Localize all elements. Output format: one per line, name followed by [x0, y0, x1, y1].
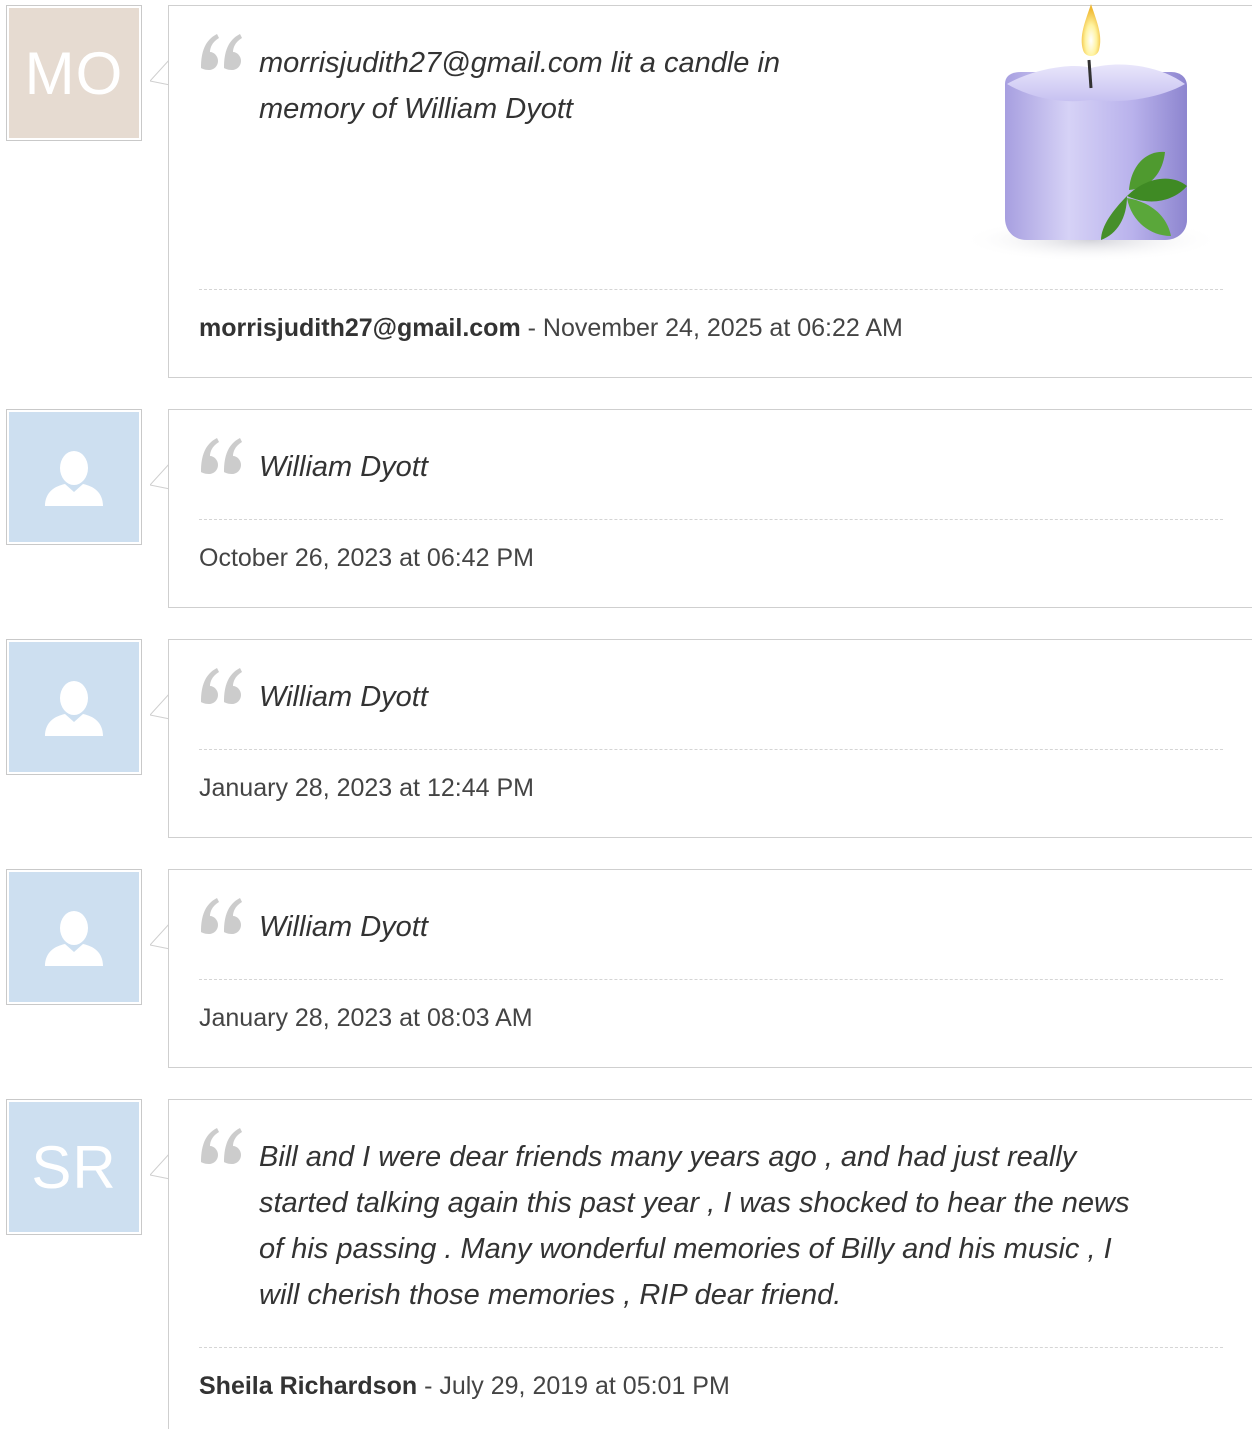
tribute-message: William Dyott	[259, 674, 428, 720]
tribute-card: morrisjudith27@gmail.com lit a candle in…	[168, 4, 1252, 378]
quote-icon	[201, 1128, 242, 1164]
tribute-message: William Dyott	[259, 444, 428, 490]
tribute-date: January 28, 2023 at 12:44 PM	[199, 774, 534, 802]
author-name: morrisjudith27@gmail.com	[199, 314, 521, 342]
message-line: William Dyott	[259, 451, 428, 483]
message-line: Bill and I were dear friends many years …	[259, 1141, 1077, 1173]
tribute-meta: Sheila Richardson - July 29, 2019 at 05:…	[199, 1372, 730, 1401]
tribute-card: William Dyott January 28, 2023 at 08:03 …	[168, 869, 1252, 1068]
tribute-meta: morrisjudith27@gmail.com - November 24, …	[199, 314, 903, 343]
meta-separator: -	[417, 1372, 440, 1400]
message-line: of his passing . Many wonderful memories…	[259, 1233, 1112, 1265]
meta-separator: -	[520, 314, 543, 342]
avatar-initials: SR	[31, 1133, 117, 1201]
tribute-date: July 29, 2019 at 05:01 PM	[439, 1372, 730, 1400]
candle-image	[961, 4, 1221, 262]
divider	[199, 749, 1223, 750]
avatar-initials: MO	[24, 39, 124, 107]
avatar: SR	[6, 1099, 142, 1235]
quote-icon	[201, 438, 242, 474]
divider	[199, 289, 1223, 290]
tribute-message: William Dyott	[259, 904, 428, 950]
tribute-date: January 28, 2023 at 08:03 AM	[199, 1004, 533, 1032]
divider	[199, 519, 1223, 520]
tribute-date: October 26, 2023 at 06:42 PM	[199, 544, 534, 572]
quote-icon	[201, 898, 242, 934]
tribute-date: November 24, 2025 at 06:22 AM	[542, 314, 903, 342]
tribute-meta: January 28, 2023 at 08:03 AM	[199, 1004, 533, 1033]
tribute-message: morrisjudith27@gmail.com lit a candle in…	[259, 40, 780, 132]
tribute-meta: January 28, 2023 at 12:44 PM	[199, 774, 534, 803]
message-line: will cherish those memories , RIP dear f…	[259, 1279, 842, 1311]
tribute-entry: William Dyott January 28, 2023 at 08:03 …	[0, 869, 1252, 1068]
tribute-entry: William Dyott October 26, 2023 at 06:42 …	[0, 409, 1252, 608]
message-line: morrisjudith27@gmail.com lit a candle in	[259, 47, 781, 79]
tribute-entry: MO morrisjudith27@gmail.com lit a candle…	[0, 4, 1252, 378]
divider	[199, 1347, 1223, 1348]
quote-icon	[201, 668, 242, 704]
avatar	[6, 869, 142, 1005]
author-name: Sheila Richardson	[199, 1372, 418, 1400]
tribute-card: Bill and I were dear friends many years …	[168, 1099, 1252, 1429]
message-line: William Dyott	[259, 681, 428, 713]
person-icon	[45, 681, 103, 736]
tribute-meta: October 26, 2023 at 06:42 PM	[199, 544, 534, 573]
tribute-card: William Dyott January 28, 2023 at 12:44 …	[168, 639, 1252, 838]
message-line: William Dyott	[259, 911, 428, 943]
quote-icon	[201, 34, 242, 70]
tribute-entry: SR Bill and I were dear friends many yea…	[0, 1099, 1252, 1429]
message-line: started talking again this past year , I…	[259, 1187, 1130, 1219]
person-icon	[45, 911, 103, 966]
tribute-card: William Dyott October 26, 2023 at 06:42 …	[168, 409, 1252, 608]
person-icon	[45, 451, 103, 506]
divider	[199, 979, 1223, 980]
message-line: memory of William Dyott	[259, 93, 573, 125]
avatar	[6, 639, 142, 775]
tribute-entry: William Dyott January 28, 2023 at 12:44 …	[0, 639, 1252, 838]
avatar	[6, 409, 142, 545]
avatar: MO	[6, 5, 142, 141]
tribute-message: Bill and I were dear friends many years …	[259, 1134, 1129, 1318]
